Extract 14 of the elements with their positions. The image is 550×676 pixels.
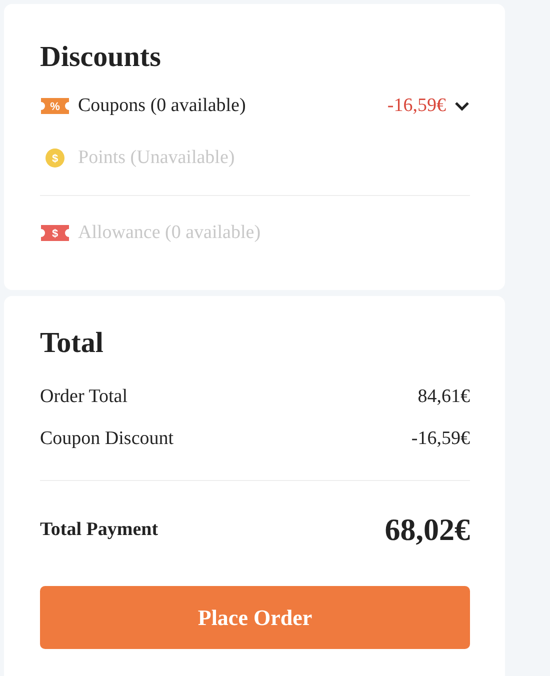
summary-label: Order Total — [40, 386, 128, 409]
section-title: Discounts — [40, 40, 162, 75]
section-title: Total — [40, 326, 104, 361]
ticket-icon: % — [40, 96, 70, 116]
discount-label: Coupons (0 available) — [78, 94, 246, 118]
summary-label: Coupon Discount — [40, 428, 174, 450]
ticket-icon: $ — [40, 222, 70, 243]
total-payment-amount: 68,02€ — [384, 511, 470, 550]
discount-amount: -16,59€ — [387, 94, 446, 118]
summary-value: 84,61€ — [418, 386, 470, 409]
place-order-button[interactable]: Place Order — [40, 586, 470, 649]
summary-value: -16,59€ — [411, 428, 470, 450]
total-payment-label: Total Payment — [40, 518, 158, 542]
chevron-down-icon[interactable] — [454, 100, 470, 111]
